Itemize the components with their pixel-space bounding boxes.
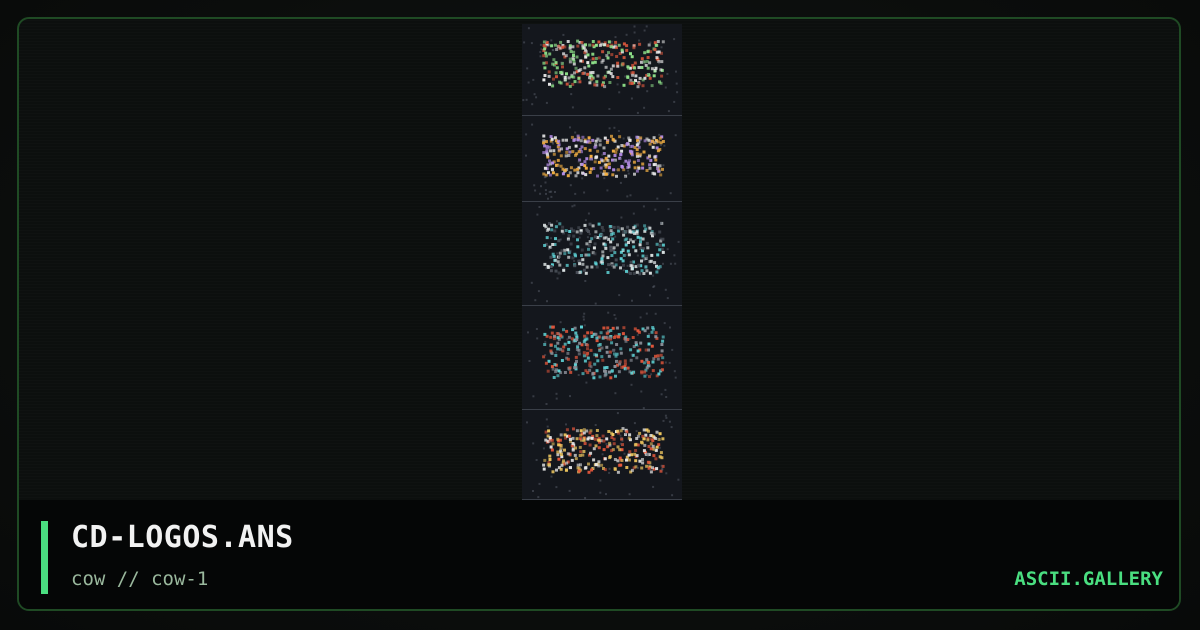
ansi-logo-block [522, 123, 682, 202]
info-footer: CD-LOGOS.ANS cow // cow-1 ASCII.GALLERY [19, 500, 1179, 609]
card-frame: CD-LOGOS.ANS cow // cow-1 ASCII.GALLERY [17, 17, 1181, 611]
artwork-title: CD-LOGOS.ANS [71, 520, 294, 555]
accent-bar [41, 521, 48, 594]
ansi-artwork-image [522, 25, 682, 500]
artwork-subtitle: cow // cow-1 [71, 568, 209, 590]
ansi-logo-block [522, 311, 682, 410]
og-card: CD-LOGOS.ANS cow // cow-1 ASCII.GALLERY [0, 0, 1200, 630]
site-brand[interactable]: ASCII.GALLERY [1014, 568, 1163, 590]
ansi-logo-block [522, 25, 682, 116]
ansi-logo-block [522, 204, 682, 306]
ansi-artwork-preview[interactable] [522, 24, 682, 500]
ansi-logo-block [522, 412, 682, 500]
